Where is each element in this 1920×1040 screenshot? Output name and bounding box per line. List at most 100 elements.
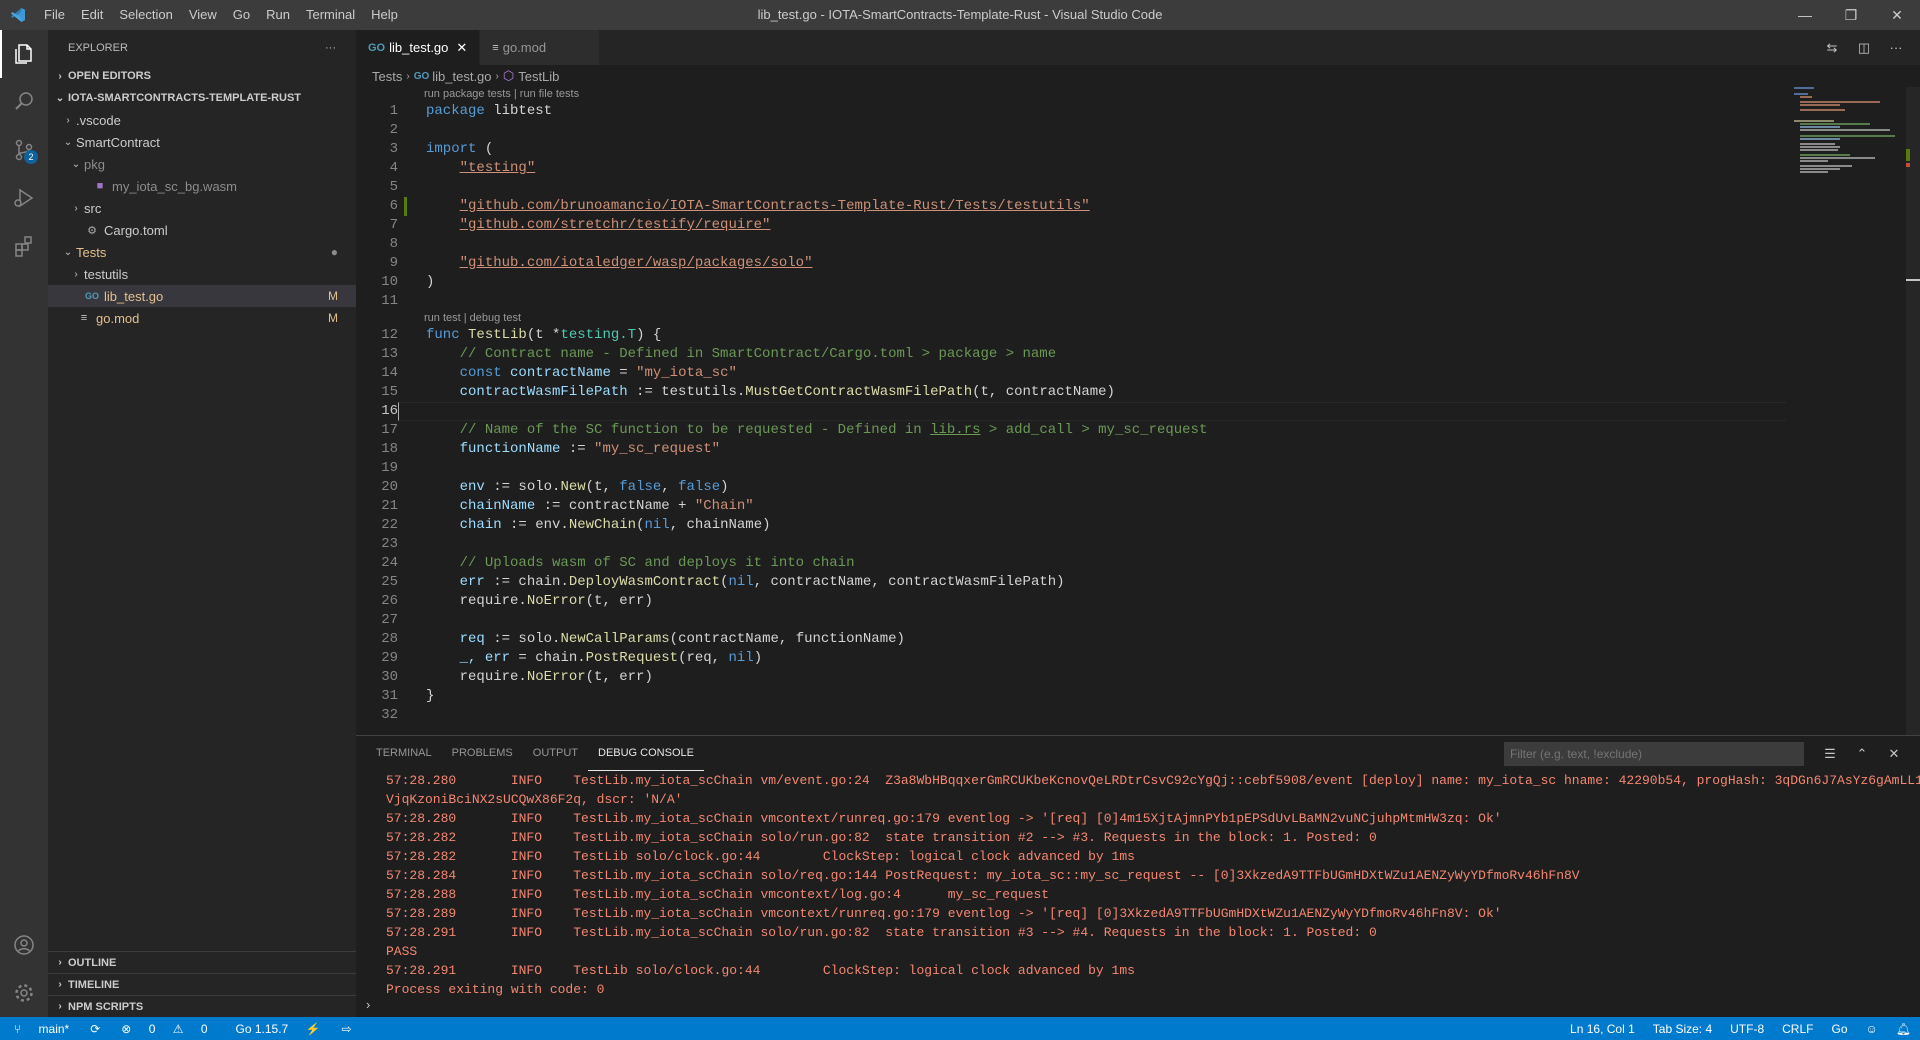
panel-tab-problems[interactable]: PROBLEMS	[442, 736, 523, 771]
outline-section[interactable]: › OUTLINE	[48, 951, 356, 973]
tree-item-label: src	[84, 200, 102, 216]
code-line: 1 package libtest	[389, 103, 553, 119]
close-window-icon[interactable]: ✕	[1874, 0, 1920, 30]
codelens-func[interactable]: run test | debug test	[356, 311, 1786, 326]
encoding[interactable]: UTF-8	[1721, 1022, 1773, 1036]
notifications-bell-icon[interactable]: 🔔︎	[1887, 1022, 1920, 1036]
extensions-icon[interactable]	[0, 222, 48, 270]
file-tree: › .vscode ⌄ SmartContract ⌄ pkg ■ my_iota_sc_bg…	[48, 109, 356, 329]
breadcrumb-symbol[interactable]: TestLib	[518, 69, 559, 84]
explorer-icon[interactable]	[0, 30, 48, 78]
cursor-position[interactable]: Ln 16, Col 1	[1561, 1022, 1644, 1036]
maximize-panel-icon[interactable]: ⌃	[1846, 746, 1878, 762]
tree-item[interactable]: GO lib_test.go M	[48, 285, 356, 307]
workspace-section[interactable]: ⌄ IOTA-SMARTCONTRACTS-TEMPLATE-RUST	[48, 87, 356, 109]
manage-gear-icon[interactable]	[0, 969, 48, 1017]
menu-terminal[interactable]: Terminal	[298, 0, 363, 30]
more-actions-icon[interactable]: ···	[1880, 40, 1912, 55]
code-line: 14 const contractName = "my_iota_sc"	[381, 365, 737, 381]
code-line: 26 require.NoError(t, err)	[381, 593, 653, 609]
tree-item[interactable]: › .vscode	[48, 109, 356, 131]
editor-scrollbar[interactable]	[1906, 87, 1920, 735]
tree-item-label: .vscode	[76, 112, 121, 128]
panel-tab-debug-console[interactable]: DEBUG CONSOLE	[588, 736, 704, 771]
tab-size[interactable]: Tab Size: 4	[1644, 1022, 1721, 1036]
breadcrumb-folder[interactable]: Tests	[372, 69, 402, 84]
git-branch-item[interactable]: ⑂ main*	[0, 1022, 83, 1036]
menu-run[interactable]: Run	[258, 0, 298, 30]
symbol-method-icon: ⬡	[502, 68, 515, 83]
code-line: 5	[389, 179, 398, 195]
open-editors-section[interactable]: › OPEN EDITORS	[48, 65, 356, 87]
breadcrumb-file[interactable]: lib_test.go	[432, 69, 491, 84]
tree-item[interactable]: ■ my_iota_sc_bg.wasm	[48, 175, 356, 197]
close-panel-icon[interactable]: ✕	[1878, 746, 1910, 762]
live-share-icon[interactable]: ⇨	[335, 1022, 359, 1036]
debug-console-output: 57:28.280 INFO TestLib.my_iota_scChain v…	[356, 771, 1920, 999]
chevron-right-icon: ›	[58, 1001, 62, 1012]
go-version-item[interactable]: Go 1.15.7 ⚡	[222, 1022, 335, 1036]
code-line: 19	[381, 460, 398, 476]
tree-item-label: go.mod	[96, 310, 140, 326]
problems-item[interactable]: ⊗ 0 ⚠ 0	[107, 1022, 221, 1036]
language-mode[interactable]: Go	[1822, 1022, 1856, 1036]
npm-scripts-section[interactable]: › NPM SCRIPTS	[48, 995, 356, 1017]
code-line: 31}	[381, 688, 435, 704]
wasm-file-icon: ■	[96, 180, 104, 192]
source-control-icon[interactable]: 2	[0, 126, 48, 174]
split-editor-icon[interactable]: ◫	[1848, 40, 1880, 56]
activity-bar: 2	[0, 30, 48, 1017]
more-actions-icon[interactable]: ···	[325, 42, 336, 54]
go-file-icon: GO	[413, 70, 430, 82]
code-line: 30 require.NoError(t, err)	[381, 669, 653, 685]
feedback-icon[interactable]: ☺	[1857, 1022, 1887, 1036]
code-line: 20 env := solo.New(t, false, false)	[381, 479, 729, 495]
codelens-package[interactable]: run package tests | run file tests	[356, 87, 1786, 102]
console-filter-input[interactable]	[1504, 742, 1804, 766]
minimize-icon[interactable]: —	[1782, 0, 1828, 30]
menu-file[interactable]: File	[36, 0, 73, 30]
tree-item[interactable]: ≡ go.mod M	[48, 307, 356, 329]
tree-item[interactable]: ⌄ pkg	[48, 153, 356, 175]
restore-icon[interactable]: ❐	[1828, 0, 1874, 30]
tree-item[interactable]: › src	[48, 197, 356, 219]
menu-selection[interactable]: Selection	[111, 0, 180, 30]
close-tab-icon[interactable]: ✕	[456, 40, 467, 56]
search-icon[interactable]	[0, 78, 48, 126]
timeline-label: TIMELINE	[68, 978, 120, 991]
menu-help[interactable]: Help	[363, 0, 406, 30]
title-bar: File Edit Selection View Go Run Terminal…	[0, 0, 1920, 30]
tab-go-mod[interactable]: ≡ go.mod	[480, 30, 601, 65]
open-changes-icon[interactable]: ⇆	[1816, 40, 1848, 56]
modified-badge: M	[328, 311, 338, 325]
tab-label: lib_test.go	[389, 40, 449, 55]
tab-lib-test-go[interactable]: GO lib_test.go ✕	[356, 30, 481, 65]
console-input[interactable]: ›	[366, 997, 370, 1017]
code-line: 22 chain := env.NewChain(nil, chainName)	[381, 517, 771, 533]
tree-item[interactable]: ⌄ SmartContract	[48, 131, 356, 153]
tree-item[interactable]: › testutils	[48, 263, 356, 285]
file-lines-icon: ≡	[492, 41, 499, 54]
chevron-right-icon: ›	[58, 957, 62, 968]
minimap[interactable]	[1794, 87, 1904, 187]
sync-icon[interactable]: ⟳	[83, 1022, 107, 1036]
tree-item[interactable]: ⌄ Tests ●	[48, 241, 356, 263]
accounts-icon[interactable]	[0, 921, 48, 969]
outline-label: OUTLINE	[68, 956, 117, 969]
panel-tab-output[interactable]: OUTPUT	[523, 736, 588, 771]
file-lines-icon: ≡	[80, 312, 88, 324]
panel-tab-terminal[interactable]: TERMINAL	[366, 736, 442, 771]
end-of-line[interactable]: CRLF	[1773, 1022, 1822, 1036]
timeline-section[interactable]: › TIMELINE	[48, 973, 356, 995]
menu-view[interactable]: View	[181, 0, 225, 30]
menu-go[interactable]: Go	[225, 0, 258, 30]
tree-item[interactable]: ⚙ Cargo.toml	[48, 219, 356, 241]
run-debug-icon[interactable]	[0, 174, 48, 222]
npm-scripts-label: NPM SCRIPTS	[68, 1000, 144, 1013]
clear-console-icon[interactable]: ☰	[1814, 746, 1846, 762]
chevron-down-icon: ⌄	[55, 92, 65, 104]
menu-edit[interactable]: Edit	[73, 0, 111, 30]
vscode-logo-icon	[0, 0, 36, 30]
console-line: Process exiting with code: 0	[386, 982, 605, 997]
code-editor[interactable]: run package tests | run file tests 1 pack…	[356, 87, 1786, 725]
